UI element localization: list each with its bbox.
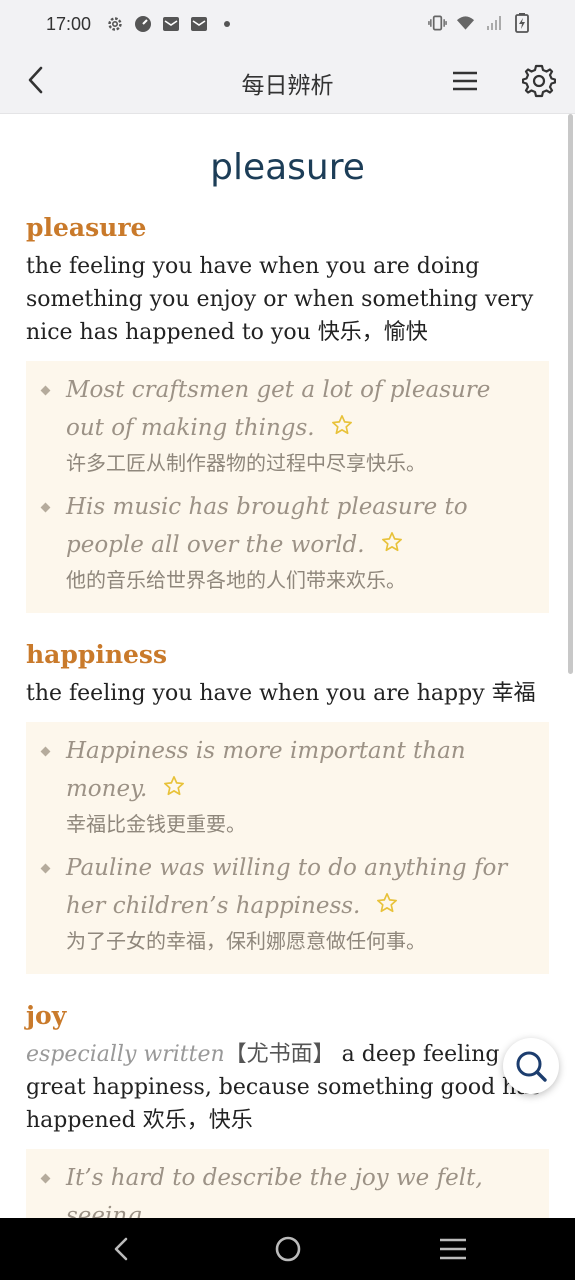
battery-charging-icon [512,12,531,33]
diamond-bullet-icon [40,746,51,757]
page-title: 每日辨析 [241,73,334,99]
settings-button[interactable] [518,60,560,102]
diamond-bullet-icon [40,385,51,396]
mail-icon [189,15,208,34]
status-icons-left [105,15,236,34]
star-icon[interactable] [381,527,403,565]
signal-icon [484,13,503,32]
diamond-bullet-icon [40,863,51,874]
menu-button[interactable] [446,62,484,100]
app-bar: 每日辨析 [0,48,575,114]
definition: the feeling you have when you are happy … [26,681,536,706]
headword: pleasure [26,213,147,242]
star-icon[interactable] [376,888,398,926]
diamond-bullet-icon [40,1173,51,1184]
search-icon [516,1051,547,1082]
entry-joy: joy especially written【尤书面】 a deep feeli… [0,998,575,1218]
definition: the feeling you have when you are doing … [26,254,534,345]
nav-home-button[interactable] [274,1235,302,1263]
examples-box: It’s hard to describe the joy we felt, s… [26,1149,549,1218]
status-time: 17:00 [46,13,92,34]
example-chinese: 许多工匠从制作器物的过程中尽享快乐。 [66,451,426,475]
gear-icon [522,64,556,98]
example-english: Pauline was willing to do anything for h… [66,855,508,919]
example-chinese: 幸福比金钱更重要。 [66,812,246,836]
example-english: Happiness is more important than money. [66,738,466,802]
nav-back-icon [114,1237,128,1261]
system-nav-bar [0,1218,575,1280]
example-item: It’s hard to describe the joy we felt, s… [40,1159,533,1218]
dot-icon [217,15,236,34]
entry-happiness: happiness the feeling you have when you … [0,637,575,974]
example-chinese: 他的音乐给世界各地的人们带来欢乐。 [66,568,406,592]
definition: especially written【尤书面】 a deep feeling o… [26,1038,549,1137]
example-item: Happiness is more important than money. … [40,732,533,839]
menu-icon [453,71,477,91]
examples-box: Most craftsmen get a lot of pleasure out… [26,361,549,613]
example-english: His music has brought pleasure to people… [66,494,468,558]
status-bar: 17:00 [0,0,575,48]
nav-recent-icon [440,1238,466,1260]
example-english: It’s hard to describe the joy we felt, s… [66,1165,483,1218]
star-icon[interactable] [163,771,185,809]
search-button[interactable] [503,1038,559,1094]
content-area[interactable]: pleasure pleasure the feeling you have w… [0,114,575,1218]
status-icons-right [428,12,531,33]
headword: joy [26,1001,67,1030]
nav-recent-button[interactable] [438,1236,468,1262]
star-icon[interactable] [331,410,353,448]
example-item: Pauline was willing to do anything for h… [40,849,533,956]
examples-box: Happiness is more important than money. … [26,722,549,974]
example-chinese: 为了子女的幸福，保利娜愿意做任何事。 [66,929,426,953]
example-english: Most craftsmen get a lot of pleasure out… [66,377,491,441]
diamond-bullet-icon [40,502,51,513]
register-tag: 【尤书面】 [224,1042,335,1067]
nav-home-icon [275,1236,301,1262]
headword: happiness [26,640,168,669]
nav-back-button[interactable] [108,1235,136,1263]
scrollbar[interactable] [568,114,573,674]
entry-pleasure: pleasure the feeling you have when you a… [0,210,575,613]
vibrate-icon [428,13,447,32]
mail-icon [161,15,180,34]
timer-icon [133,15,152,34]
register-label: especially written [26,1042,225,1067]
gear-icon [105,15,124,34]
word-title: pleasure [210,147,365,188]
wifi-icon [456,13,475,32]
example-item: His music has brought pleasure to people… [40,488,533,595]
example-item: Most craftsmen get a lot of pleasure out… [40,371,533,478]
